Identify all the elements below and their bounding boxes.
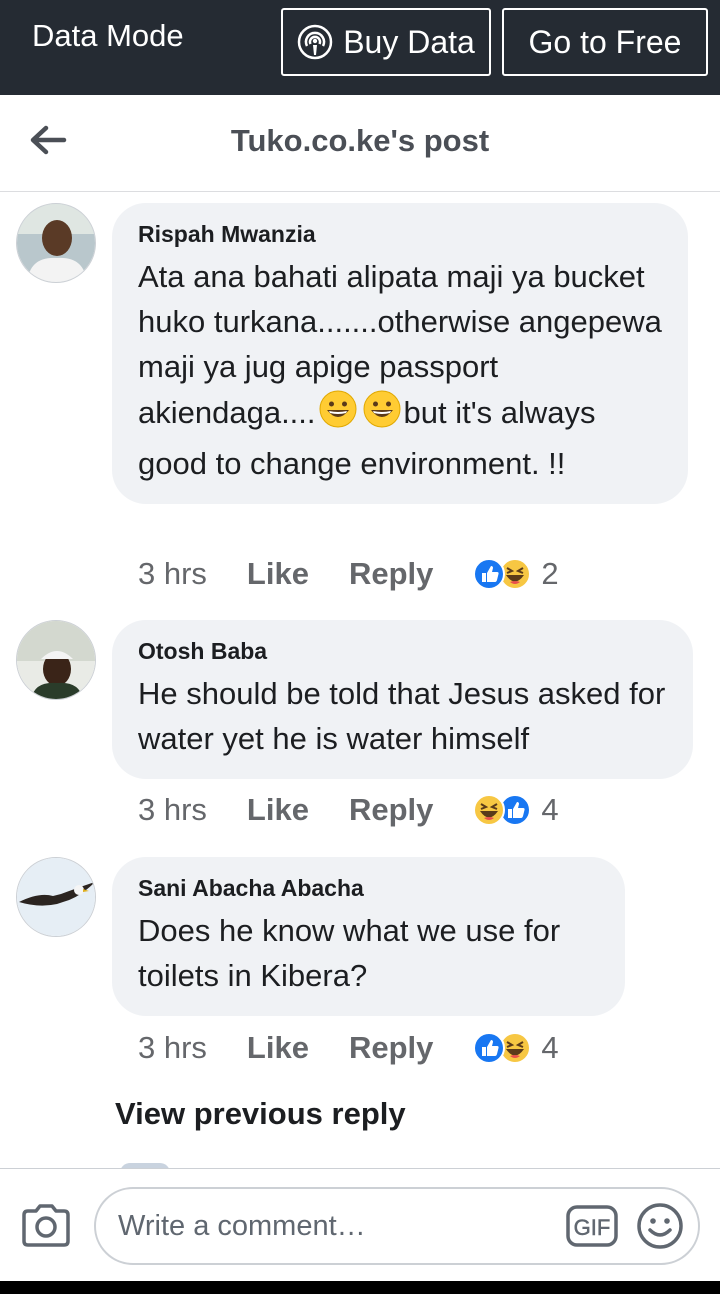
reply-button[interactable]: Reply xyxy=(349,556,433,592)
go-to-free-button[interactable]: Go to Free xyxy=(502,8,708,76)
like-reaction-icon xyxy=(473,558,506,590)
comment-actions: 3 hrs Like Reply 4 xyxy=(138,790,559,830)
comment-text: Does he know what we use for toilets in … xyxy=(138,913,561,993)
page-title: Tuko.co.ke's post xyxy=(230,123,490,158)
go-to-free-label: Go to Free xyxy=(528,23,682,60)
reaction-count: 4 xyxy=(541,1030,559,1065)
comment-author[interactable]: Rispah Mwanzia xyxy=(138,221,662,248)
avatar[interactable] xyxy=(16,857,96,937)
buy-data-button[interactable]: Buy Data xyxy=(281,8,491,76)
data-mode-label: Data Mode xyxy=(32,18,184,53)
like-button[interactable]: Like xyxy=(247,792,309,828)
reaction-count: 4 xyxy=(541,792,559,827)
broadcast-icon xyxy=(297,24,333,60)
comment-actions: 3 hrs Like Reply 4 xyxy=(138,1028,559,1068)
system-nav-strip xyxy=(0,1281,720,1294)
grinning-face-icon xyxy=(318,389,358,441)
post-header: Tuko.co.ke's post xyxy=(0,95,720,192)
data-mode-bar: Data Mode Buy Data Go to Free xyxy=(0,0,720,95)
comment-text: He should be told that Jesus asked for w… xyxy=(138,676,666,756)
grinning-face-icon xyxy=(362,389,402,441)
reaction-count: 2 xyxy=(541,556,559,591)
like-button[interactable]: Like xyxy=(247,1030,309,1066)
comment-time: 3 hrs xyxy=(138,1030,207,1065)
avatar[interactable] xyxy=(16,203,96,283)
comment-time: 3 hrs xyxy=(138,556,207,591)
camera-icon[interactable] xyxy=(20,1203,72,1249)
comment-actions: 3 hrs Like Reply 2 xyxy=(138,554,559,594)
haha-reaction-icon xyxy=(473,794,506,826)
comment-bubble[interactable]: Otosh Baba He should be told that Jesus … xyxy=(112,620,693,779)
reply-button[interactable]: Reply xyxy=(349,1030,433,1066)
comment-text: Ata ana bahati alipata maji ya bucket hu… xyxy=(138,254,662,486)
buy-data-label: Buy Data xyxy=(343,23,475,60)
reactions-summary[interactable] xyxy=(473,558,532,590)
gif-icon[interactable]: GIF xyxy=(566,1203,618,1249)
reactions-summary[interactable] xyxy=(473,1032,532,1064)
svg-text:GIF: GIF xyxy=(574,1215,611,1240)
reply-button[interactable]: Reply xyxy=(349,792,433,828)
like-button[interactable]: Like xyxy=(247,556,309,592)
comment-bubble[interactable]: Rispah Mwanzia Ata ana bahati alipata ma… xyxy=(112,203,688,504)
emoji-icon[interactable] xyxy=(636,1202,684,1250)
reactions-summary[interactable] xyxy=(473,794,532,826)
like-reaction-icon xyxy=(473,1032,506,1064)
comment-bubble[interactable]: Sani Abacha Abacha Does he know what we … xyxy=(112,857,625,1016)
avatar[interactable] xyxy=(16,620,96,700)
comment-author[interactable]: Otosh Baba xyxy=(138,638,667,665)
comment-author[interactable]: Sani Abacha Abacha xyxy=(138,875,599,902)
comment-input-placeholder: Write a comment… xyxy=(118,1209,366,1242)
view-previous-reply-link[interactable]: View previous reply xyxy=(115,1096,406,1132)
comment-time: 3 hrs xyxy=(138,792,207,827)
